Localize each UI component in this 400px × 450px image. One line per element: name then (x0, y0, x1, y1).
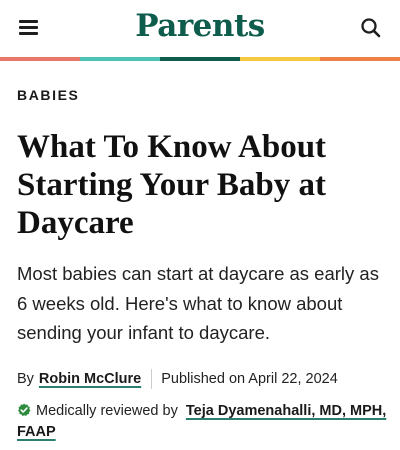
stripe-segment (80, 57, 160, 61)
header-color-stripe (0, 57, 400, 61)
published-date: Published on April 22, 2024 (161, 371, 338, 387)
site-logo[interactable]: Parents (0, 6, 400, 46)
byline-divider (151, 369, 153, 389)
medical-review: Medically reviewed by Teja Dyamenahalli,… (17, 401, 389, 443)
author-link[interactable]: Robin McClure (39, 371, 141, 387)
article-dek: Most babies can start at daycare as earl… (17, 263, 379, 343)
byline: By Robin McClure Published on April 22, … (17, 369, 338, 389)
stripe-segment (320, 57, 400, 61)
category-link[interactable]: BABIES (17, 87, 80, 103)
stripe-segment (0, 57, 80, 61)
stripe-segment (240, 57, 320, 61)
stripe-segment (160, 57, 240, 61)
site-header: Parents (0, 0, 400, 57)
verified-check-icon (17, 403, 31, 417)
byline-by-label: By (17, 371, 34, 387)
article-headline: What To Know About Starting Your Baby at… (17, 129, 327, 241)
search-icon[interactable] (356, 14, 386, 42)
review-label: Medically reviewed by (36, 403, 178, 419)
